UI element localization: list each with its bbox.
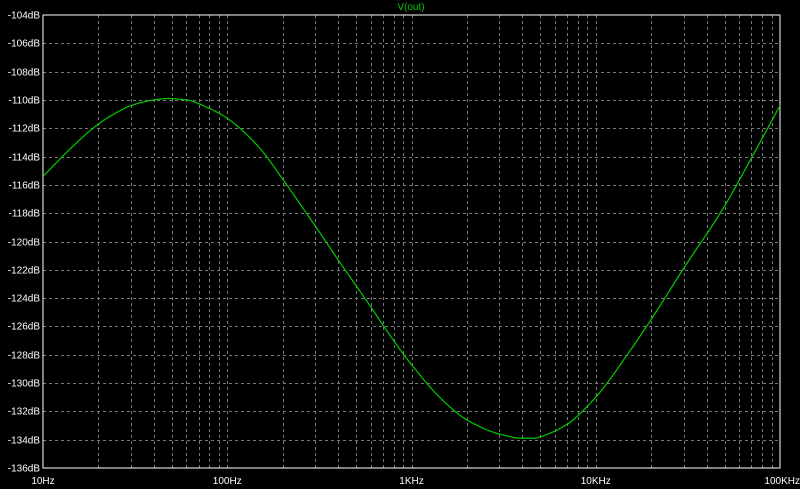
y-tick-label: -128dB bbox=[8, 351, 41, 362]
grid-layer bbox=[43, 15, 780, 468]
y-tick-label: -122dB bbox=[8, 266, 41, 277]
y-tick-label: -114dB bbox=[8, 153, 40, 164]
frequency-response-chart: -104dB -106dB -108dB -110dB -112dB -114dB -116… bbox=[8, 2, 800, 487]
y-tick-label: -124dB bbox=[8, 294, 41, 305]
y-tick-label: -120dB bbox=[8, 238, 41, 249]
x-tick-label: 1KHz bbox=[399, 476, 423, 487]
series-line-vout bbox=[42, 97, 781, 439]
y-tick-label: -104dB bbox=[8, 11, 41, 22]
y-tick-label: -118dB bbox=[8, 209, 40, 220]
y-tick-label: -136dB bbox=[8, 464, 41, 475]
plot-window: -104dB -106dB -108dB -110dB -112dB -114dB -116… bbox=[0, 0, 800, 489]
legend[interactable]: V(out) bbox=[397, 2, 424, 13]
y-tick-label: -132dB bbox=[8, 407, 41, 418]
plot-frame bbox=[42, 14, 781, 469]
y-tick-label: -116dB bbox=[8, 181, 40, 192]
y-tick-label: -108dB bbox=[8, 68, 41, 79]
y-tick-label: -112dB bbox=[8, 124, 40, 135]
x-tick-label: 10Hz bbox=[31, 476, 54, 487]
y-tick-label: -130dB bbox=[8, 379, 41, 390]
x-tick-label: 100Hz bbox=[213, 476, 242, 487]
axis-layer bbox=[42, 14, 781, 469]
x-tick-labels: 10Hz 100Hz 1KHz 10KHz 100KHz bbox=[31, 476, 800, 487]
y-tick-label: -126dB bbox=[8, 322, 41, 333]
legend-series-label[interactable]: V(out) bbox=[397, 2, 424, 13]
x-tick-label: 10KHz bbox=[581, 476, 611, 487]
y-tick-labels: -104dB -106dB -108dB -110dB -112dB -114dB -116… bbox=[8, 11, 41, 475]
y-tick-label: -110dB bbox=[8, 96, 40, 107]
series-layer bbox=[42, 97, 781, 439]
y-tick-label: -106dB bbox=[8, 39, 41, 50]
x-tick-label: 100KHz bbox=[764, 476, 800, 487]
y-tick-label: -134dB bbox=[8, 436, 41, 447]
